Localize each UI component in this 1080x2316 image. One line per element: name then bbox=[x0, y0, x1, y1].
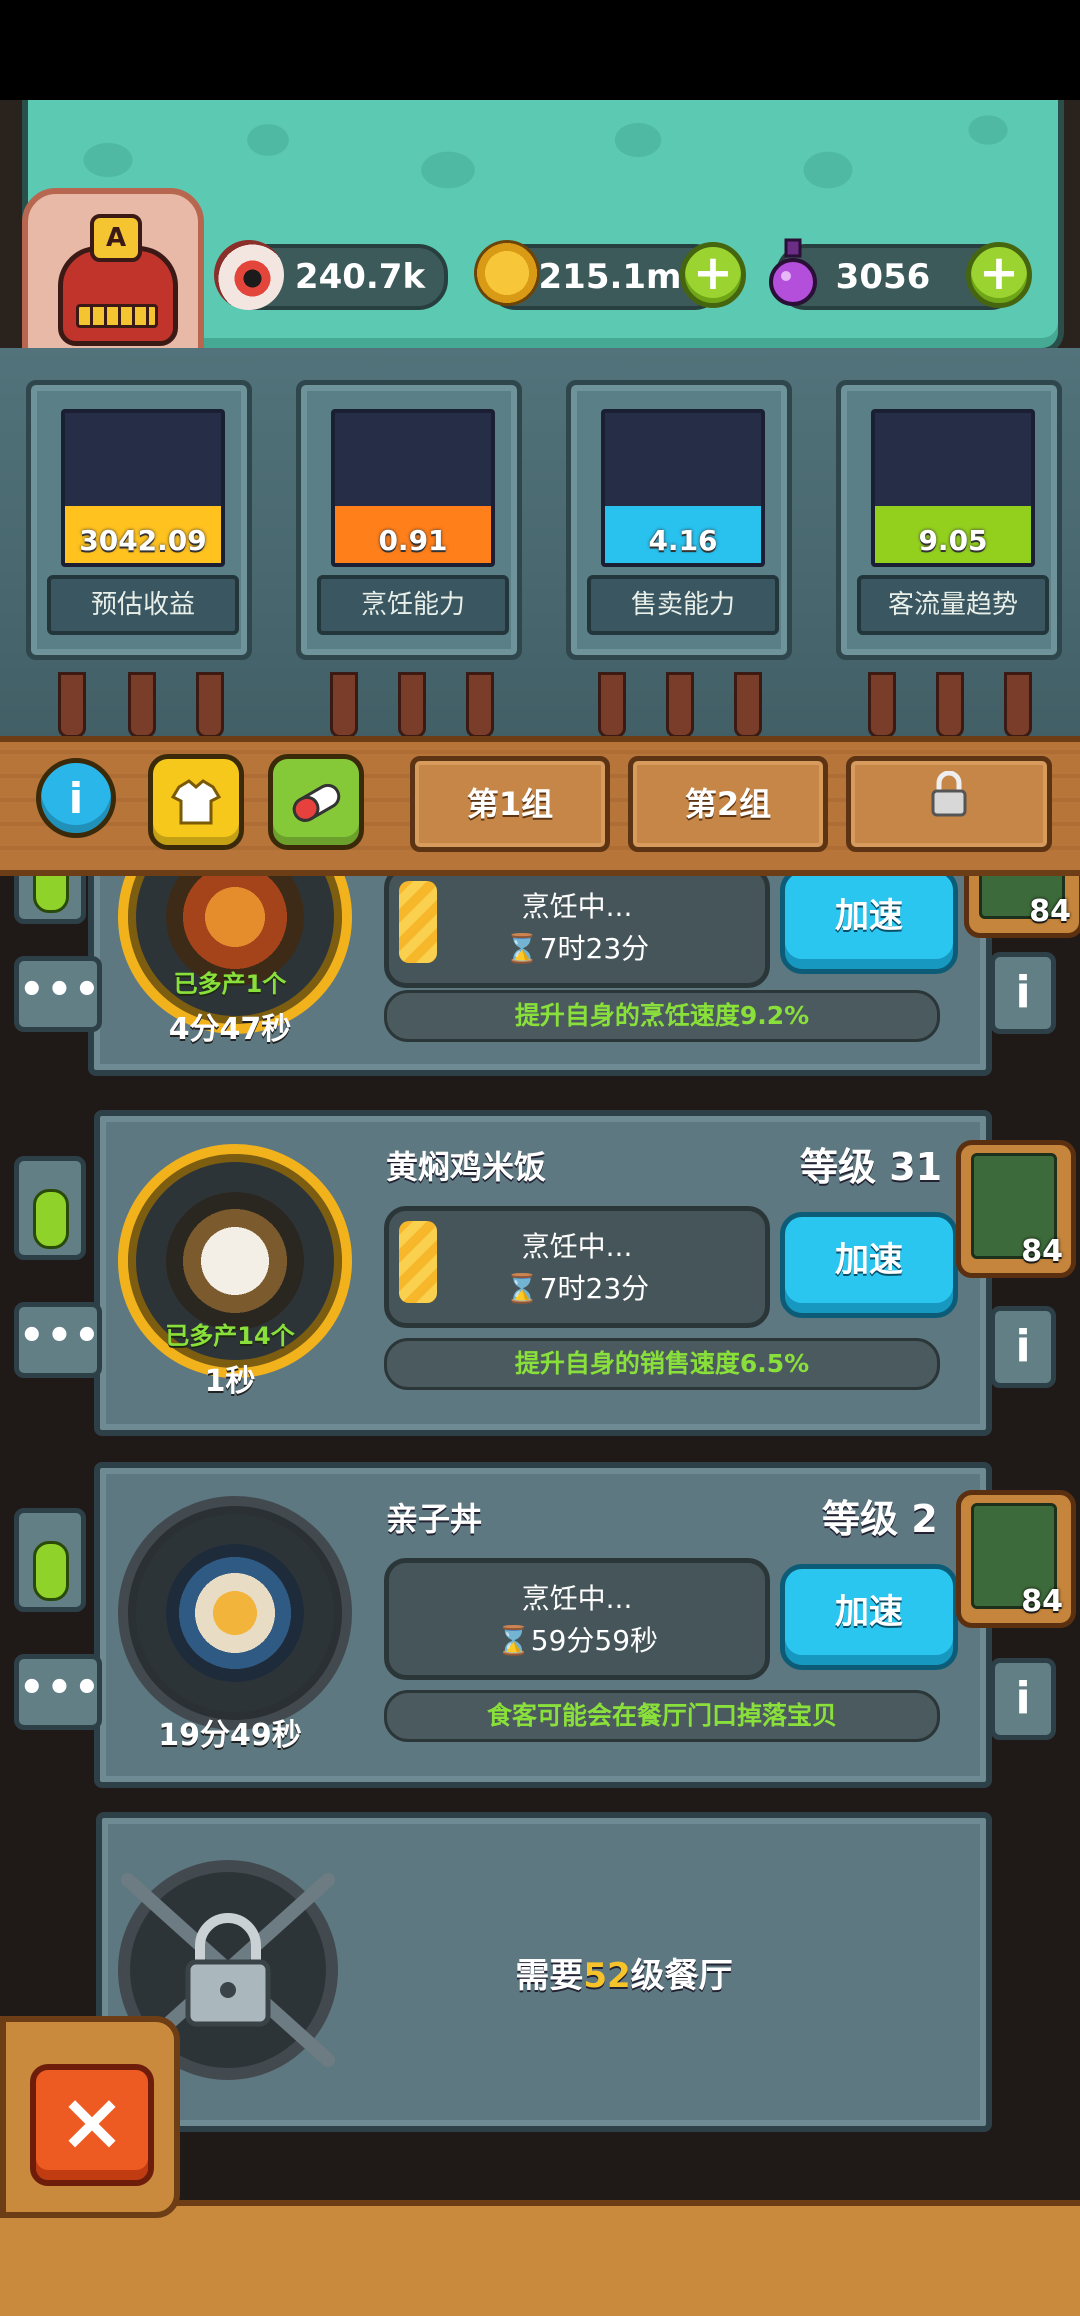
outfit-icon[interactable] bbox=[148, 754, 244, 850]
cooking-time: ⌛7时23分 bbox=[504, 932, 650, 965]
pipe bbox=[466, 672, 494, 738]
cooking-status-box: 烹饪中... ⌛59分59秒 bbox=[384, 1558, 770, 1680]
gauge-label: 售卖能力 bbox=[587, 575, 779, 635]
avatar-teeth bbox=[76, 304, 158, 328]
pipe bbox=[58, 672, 86, 738]
dish-name: 亲子丼 bbox=[386, 1500, 483, 1538]
gauge-label: 预估收益 bbox=[47, 575, 239, 635]
effect-description: 食客可能会在餐厅门口掉落宝贝 bbox=[384, 1690, 940, 1742]
gauge-label: 客流量趋势 bbox=[857, 575, 1049, 635]
gauge-estimated-income[interactable]: 3042.09 预估收益 bbox=[26, 380, 252, 660]
status-bar bbox=[0, 0, 1080, 100]
gauge-label: 烹饪能力 bbox=[317, 575, 509, 635]
capsule-icon[interactable] bbox=[268, 754, 364, 850]
effect-description: 提升自身的销售速度6.5% bbox=[384, 1338, 940, 1390]
gauge-value: 4.16 bbox=[648, 524, 718, 557]
cooking-time: ⌛59分59秒 bbox=[495, 1624, 659, 1657]
dish-level: 等级 2 bbox=[822, 1497, 938, 1541]
speed-up-button[interactable]: 加速 bbox=[780, 1212, 958, 1318]
toggle-switch bbox=[33, 1189, 69, 1249]
recipe-card[interactable]: 84 bbox=[956, 1490, 1076, 1628]
speed-up-button[interactable]: 加速 bbox=[780, 868, 958, 974]
toggle-switch bbox=[33, 1541, 69, 1601]
more-options-button[interactable]: ••• bbox=[14, 1302, 102, 1378]
dish-level: 等级 31 bbox=[800, 1145, 943, 1189]
tab-group-1[interactable]: 第1组 bbox=[410, 756, 610, 852]
dish-timer: 1秒 bbox=[204, 1364, 256, 1399]
pipe bbox=[734, 672, 762, 738]
gauge-value: 0.91 bbox=[378, 524, 448, 557]
close-button[interactable]: × bbox=[30, 2064, 154, 2186]
pipe bbox=[196, 672, 224, 738]
extra-output: 已多产1个 bbox=[173, 970, 287, 998]
potion-count: 3056 bbox=[835, 257, 931, 297]
requirement-prefix: 需要 bbox=[515, 1956, 584, 1996]
pipe bbox=[598, 672, 626, 738]
gauge-tube: 9.05 bbox=[871, 409, 1035, 567]
cooking-status: 烹饪中... bbox=[521, 890, 633, 923]
pipe bbox=[666, 672, 694, 738]
gauge-tube: 0.91 bbox=[331, 409, 495, 567]
recipe-card-count: 84 bbox=[1021, 1584, 1063, 1619]
info-icon[interactable]: i bbox=[36, 758, 116, 838]
recipe-card-count: 84 bbox=[1029, 894, 1071, 929]
cooking-status-box: 烹饪中... ⌛7时23分 bbox=[384, 866, 770, 988]
add-potions-button[interactable]: + bbox=[966, 242, 1032, 308]
recipe-card[interactable]: 84 bbox=[956, 1140, 1076, 1278]
avatar-badge: A bbox=[90, 214, 142, 262]
pipe bbox=[330, 672, 358, 738]
pipe bbox=[128, 672, 156, 738]
eye-icon bbox=[214, 240, 284, 310]
dish-image bbox=[166, 1192, 304, 1330]
effect-description: 提升自身的烹饪速度9.2% bbox=[384, 990, 940, 1042]
required-level: 52 bbox=[583, 1956, 631, 1996]
potion-icon bbox=[766, 238, 820, 308]
add-coins-button[interactable]: + bbox=[680, 242, 746, 308]
gauge-customer-trend[interactable]: 9.05 客流量趋势 bbox=[836, 380, 1062, 660]
pipe bbox=[936, 672, 964, 738]
coin-icon bbox=[474, 240, 540, 306]
gauge-value: 9.05 bbox=[918, 524, 988, 557]
gauge-tube: 4.16 bbox=[601, 409, 765, 567]
coin-count: 215.1m bbox=[538, 257, 682, 297]
cooking-status: 烹饪中... bbox=[521, 1582, 633, 1615]
dish-name: 黄焖鸡米饭 bbox=[386, 1148, 547, 1186]
tab-group-2[interactable]: 第2组 bbox=[628, 756, 828, 852]
info-button[interactable]: i bbox=[990, 1658, 1056, 1740]
floor bbox=[0, 2200, 1080, 2316]
info-button[interactable]: i bbox=[990, 1306, 1056, 1388]
gauge-tube: 3042.09 bbox=[61, 409, 225, 567]
gauge-value: 3042.09 bbox=[79, 524, 207, 557]
pipe bbox=[398, 672, 426, 738]
dish-timer: 19分49秒 bbox=[158, 1718, 302, 1753]
gauge-cooking-ability[interactable]: 0.91 烹饪能力 bbox=[296, 380, 522, 660]
tab-group-locked[interactable] bbox=[846, 756, 1052, 852]
pipe bbox=[868, 672, 896, 738]
gauge-selling-ability[interactable]: 4.16 售卖能力 bbox=[566, 380, 792, 660]
cooking-status: 烹饪中... bbox=[521, 1230, 633, 1263]
more-options-button[interactable]: ••• bbox=[14, 1654, 102, 1730]
close-panel: × bbox=[0, 2016, 180, 2218]
cooking-time: ⌛7时23分 bbox=[504, 1272, 650, 1305]
speed-up-button[interactable]: 加速 bbox=[780, 1564, 958, 1670]
extra-output: 已多产14个 bbox=[165, 1322, 295, 1350]
lock-icon bbox=[929, 763, 969, 849]
pipe bbox=[1004, 672, 1032, 738]
recipe-card-count: 84 bbox=[1021, 1234, 1063, 1269]
cooking-status-box: 烹饪中... ⌛7时23分 bbox=[384, 1206, 770, 1328]
requirement-suffix: 级餐厅 bbox=[630, 1956, 733, 1996]
dish-image bbox=[166, 1544, 304, 1682]
dish-timer: 4分47秒 bbox=[168, 1012, 292, 1047]
info-button[interactable]: i bbox=[990, 952, 1056, 1034]
row-toggle[interactable] bbox=[14, 1156, 86, 1260]
more-options-button[interactable]: ••• bbox=[14, 956, 102, 1032]
dish-slot[interactable] bbox=[118, 1496, 352, 1730]
row-toggle[interactable] bbox=[14, 1508, 86, 1612]
